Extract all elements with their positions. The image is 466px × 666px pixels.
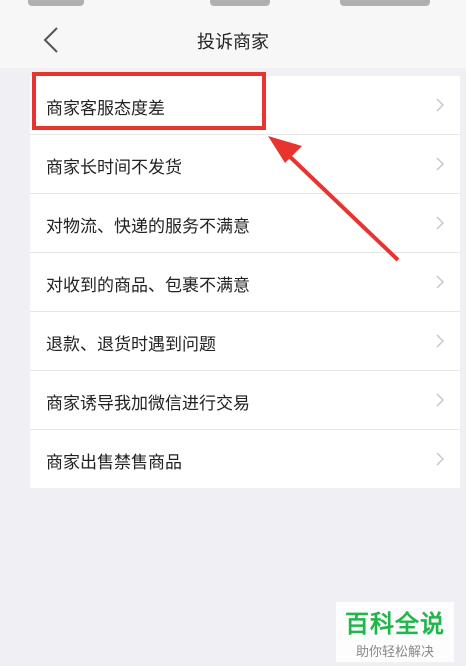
watermark-logo: 百科全说 助你轻松解决: [336, 602, 454, 662]
chevron-right-icon: [436, 157, 444, 171]
complaint-list: 商家客服态度差 商家长时间不发货 对物流、快递的服务不满意 对收到的商品、包裹不…: [30, 76, 460, 488]
complaint-item-label: 对物流、快递的服务不满意: [46, 217, 250, 237]
complaint-item-refund-return[interactable]: 退款、退货时遇到问题: [30, 312, 460, 371]
complaint-item-prohibited-goods[interactable]: 商家出售禁售商品: [30, 430, 460, 488]
chevron-right-icon: [436, 393, 444, 407]
complaint-item-label: 商家诱导我加微信进行交易: [46, 394, 250, 414]
status-bar: [0, 0, 466, 8]
complaint-item-label: 商家客服态度差: [46, 99, 165, 119]
status-bar-fragment: [28, 0, 84, 6]
chevron-right-icon: [436, 334, 444, 348]
complaint-item-label: 商家出售禁售商品: [46, 453, 182, 473]
complaint-item-label: 退款、退货时遇到问题: [46, 335, 216, 355]
complaint-item-service-attitude[interactable]: 商家客服态度差: [30, 76, 460, 135]
status-bar-fragment: [210, 0, 270, 6]
complaint-item-label: 商家长时间不发货: [46, 158, 182, 178]
complaint-item-logistics[interactable]: 对物流、快递的服务不满意: [30, 194, 460, 253]
chevron-right-icon: [436, 452, 444, 466]
complaint-item-wechat-inducement[interactable]: 商家诱导我加微信进行交易: [30, 371, 460, 430]
page-title: 投诉商家: [197, 32, 269, 53]
watermark-subtitle: 助你轻松解决: [355, 645, 434, 660]
complaint-item-no-shipment[interactable]: 商家长时间不发货: [30, 135, 460, 194]
complaint-item-label: 对收到的商品、包裹不满意: [46, 276, 250, 296]
chevron-right-icon: [436, 216, 444, 230]
complaint-item-received-goods[interactable]: 对收到的商品、包裹不满意: [30, 253, 460, 312]
chevron-right-icon: [436, 98, 444, 112]
watermark-title: 百科全说: [345, 610, 445, 638]
navigation-bar: 投诉商家: [0, 8, 466, 68]
status-bar-fragment: [340, 0, 430, 6]
chevron-right-icon: [436, 275, 444, 289]
